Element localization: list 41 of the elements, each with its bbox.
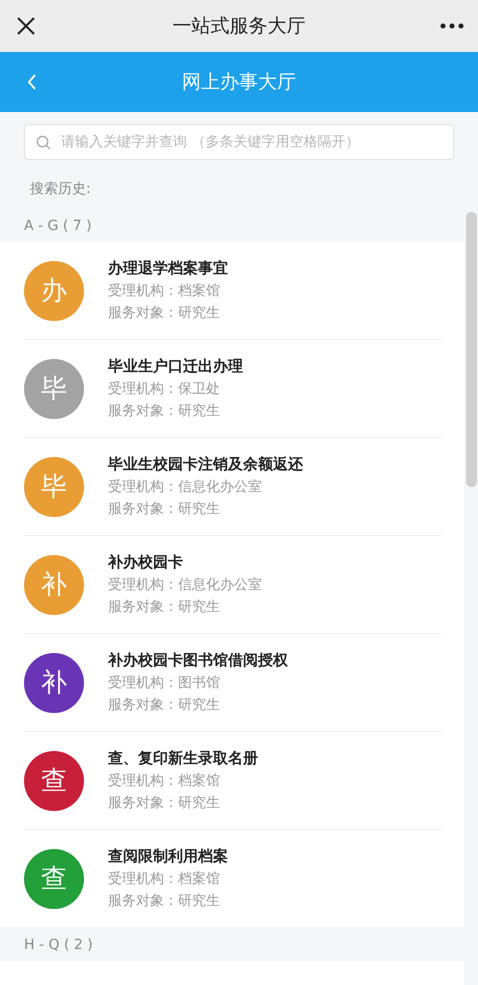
service-avatar: 毕 bbox=[24, 456, 84, 516]
service-agency: 受理机构：档案馆 bbox=[108, 772, 221, 790]
window-title: 一站式服务大厅 bbox=[172, 14, 306, 39]
service-agency: 受理机构：保卫处 bbox=[108, 380, 221, 398]
service-avatar: 毕 bbox=[24, 358, 84, 418]
service-audience: 服务对象：研究生 bbox=[108, 696, 221, 714]
service-title: 办理退学档案事宜 bbox=[108, 259, 228, 278]
service-item[interactable]: 毕 毕业生户口迁出办理 受理机构：保卫处 服务对象：研究生 bbox=[24, 340, 442, 438]
section-heading: H - Q ( 2 ) bbox=[23, 936, 94, 955]
service-audience: 服务对象：研究生 bbox=[108, 598, 221, 616]
service-audience: 服务对象：研究生 bbox=[108, 794, 221, 812]
service-audience: 服务对象：研究生 bbox=[108, 892, 221, 910]
service-title: 查、复印新生录取名册 bbox=[108, 749, 258, 768]
service-agency: 受理机构：信息化办公室 bbox=[108, 576, 262, 594]
service-item[interactable]: 查 查阅限制利用档案 受理机构：档案馆 服务对象：研究生 bbox=[24, 830, 442, 927]
service-item[interactable]: 查 查、复印新生录取名册 受理机构：档案馆 服务对象：研究生 bbox=[24, 732, 442, 830]
service-avatar: 补 bbox=[24, 554, 84, 614]
service-title: 查阅限制利用档案 bbox=[108, 847, 228, 866]
service-title: 毕业生校园卡注销及余额返还 bbox=[108, 455, 303, 474]
service-avatar: 办 bbox=[24, 260, 84, 320]
service-agency: 受理机构：图书馆 bbox=[108, 674, 221, 692]
service-avatar: 补 bbox=[24, 652, 84, 712]
service-audience: 服务对象：研究生 bbox=[108, 402, 221, 420]
service-avatar: 查 bbox=[24, 848, 84, 908]
page-title: 网上办事大厅 bbox=[182, 70, 296, 95]
service-title: 毕业生户口迁出办理 bbox=[108, 357, 243, 376]
service-agency: 受理机构：信息化办公室 bbox=[108, 478, 263, 496]
service-agency: 受理机构：档案馆 bbox=[108, 870, 221, 888]
service-audience: 服务对象：研究生 bbox=[108, 304, 221, 322]
search-history-label: 搜索历史: bbox=[29, 180, 92, 198]
service-item[interactable]: 办 办理退学档案事宜 受理机构：档案馆 服务对象：研究生 bbox=[24, 242, 442, 340]
service-title: 补办校园卡 bbox=[108, 553, 184, 572]
section-heading: A - G ( 7 ) bbox=[23, 217, 93, 236]
service-audience: 服务对象：研究生 bbox=[108, 500, 221, 518]
service-avatar: 查 bbox=[24, 750, 84, 810]
search-field[interactable]: 请输入关键字并查询 （多条关键字用空格隔开） bbox=[24, 124, 454, 160]
service-item[interactable]: 补 补办校园卡 受理机构：信息化办公室 服务对象：研究生 bbox=[24, 536, 442, 634]
service-agency: 受理机构：档案馆 bbox=[108, 282, 221, 300]
service-item[interactable]: 毕 毕业生校园卡注销及余额返还 受理机构：信息化办公室 服务对象：研究生 bbox=[24, 438, 442, 536]
service-title: 补办校园卡图书馆借阅授权 bbox=[108, 651, 288, 670]
service-item[interactable]: 补 补办校园卡图书馆借阅授权 受理机构：图书馆 服务对象：研究生 bbox=[24, 634, 442, 732]
